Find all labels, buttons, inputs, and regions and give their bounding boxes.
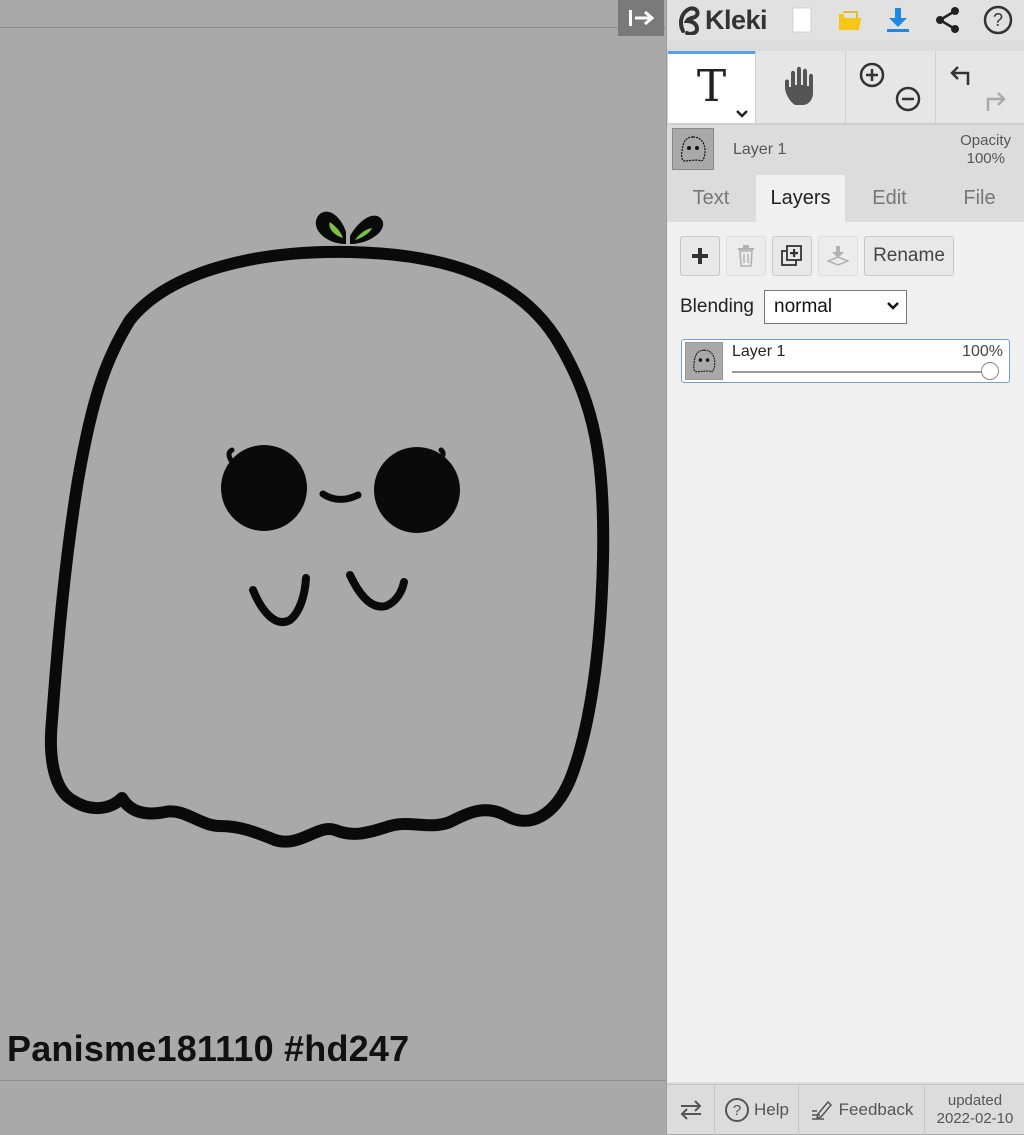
layer-thumbnail [685,342,723,380]
help-link[interactable]: ? Help [715,1085,799,1135]
text-tool-button[interactable]: T [668,51,755,123]
duplicate-icon [781,245,802,266]
canvas-bottom-edge [0,1080,666,1081]
bottom-bar: ? Help Feedback updated 2022-02-10 [667,1084,1024,1135]
ghost-body-outline [44,245,610,848]
help-icon: ? [983,5,1013,35]
share-button[interactable] [929,0,967,40]
feedback-link[interactable]: Feedback [799,1085,925,1135]
download-icon [887,8,909,32]
kleki-logo-icon [679,6,700,35]
merge-layer-button[interactable] [818,236,858,276]
opacity-label: Opacity [960,132,1011,149]
updated-date: 2022-02-10 [936,1110,1014,1127]
drawing-canvas[interactable]: Panisme181110 #hd247 [0,0,666,1134]
kleki-logo[interactable]: Kleki [677,0,775,40]
tab-text[interactable]: Text [667,175,755,222]
zoom-out-icon[interactable] [894,85,922,113]
tab-layers[interactable]: Layers [756,175,845,222]
hand-tool-button[interactable] [756,51,845,123]
undo-icon[interactable] [946,61,976,91]
share-icon [936,7,959,33]
left-eye [221,445,307,531]
layer-name: Layer 1 [732,343,786,360]
layer-preview-thumbnail [672,128,714,170]
redo-icon[interactable] [980,85,1010,115]
swap-arrows-icon [680,1100,701,1120]
hand-icon [784,66,813,105]
signature-text: Panisme181110 #hd247 [7,1028,410,1069]
zoom-in-icon[interactable] [858,61,886,89]
right-eye [374,447,460,533]
opacity-value: 100% [966,150,1005,167]
blending-label: Blending [680,296,754,317]
tab-edit[interactable]: Edit [845,175,934,222]
zoom-controls [846,51,935,123]
rename-layer-button[interactable]: Rename [864,236,954,276]
new-image-button[interactable] [783,0,821,40]
open-folder-icon [839,11,861,30]
plus-icon [692,248,708,264]
tool-row: T [667,51,1024,125]
sidebar: Kleki ? T Layer 1 Opacity 100% Text Laye… [666,0,1024,1135]
mouth [319,490,362,503]
duplicate-layer-button[interactable] [772,236,812,276]
chevron-down-icon[interactable] [735,109,749,119]
download-button[interactable] [879,0,917,40]
feedback-label: Feedback [838,1100,914,1119]
open-file-button[interactable] [831,0,869,40]
blending-mode-value: normal [774,296,833,317]
panel-tabs: Text Layers Edit File [667,175,1024,223]
ghost-thumbnail-icon [681,136,706,162]
collapse-sidebar-button[interactable] [618,0,664,36]
layer-list-item[interactable]: Layer 1 100% [681,339,1010,383]
new-image-icon [792,7,812,33]
feedback-pen-icon [811,1100,832,1120]
app-name: Kleki [705,4,768,35]
layers-panel: Rename Blending normal Layer 1 100% [667,222,1024,1082]
left-arm [249,574,310,626]
text-tool-icon: T [696,61,727,112]
blending-mode-select[interactable]: normal [764,290,907,324]
active-layer-name: Layer 1 [733,141,787,158]
layer-opacity-value: 100% [962,343,1003,360]
layer-opacity-slider[interactable] [732,371,990,373]
updated-label: updated [947,1092,1003,1109]
help-label: Help [754,1100,789,1119]
svg-text:?: ? [993,10,1003,30]
trash-icon [738,245,754,267]
updated-info[interactable]: updated 2022-02-10 [925,1085,1024,1135]
help-circle-icon: ? [725,1098,750,1122]
right-arm [346,571,408,611]
delete-layer-button[interactable] [726,236,766,276]
merge-down-icon [827,246,849,266]
help-button[interactable]: ? [979,0,1017,40]
ghost-thumbnail-icon [693,349,716,373]
swap-side-button[interactable] [667,1085,715,1135]
ghost-drawing [44,211,610,848]
left-eyelash [226,447,235,465]
add-layer-button[interactable] [680,236,720,276]
top-bar: Kleki ? [667,0,1024,40]
chevron-down-icon [887,302,899,310]
collapse-arrow-icon [629,10,655,26]
svg-text:?: ? [733,1102,741,1119]
layer-preview-row[interactable]: Layer 1 Opacity 100% [667,125,1024,175]
undo-redo-controls [936,51,1024,123]
right-eyelash [437,447,446,463]
layer-opacity-slider-handle[interactable] [981,362,999,380]
tab-file[interactable]: File [934,175,1024,222]
